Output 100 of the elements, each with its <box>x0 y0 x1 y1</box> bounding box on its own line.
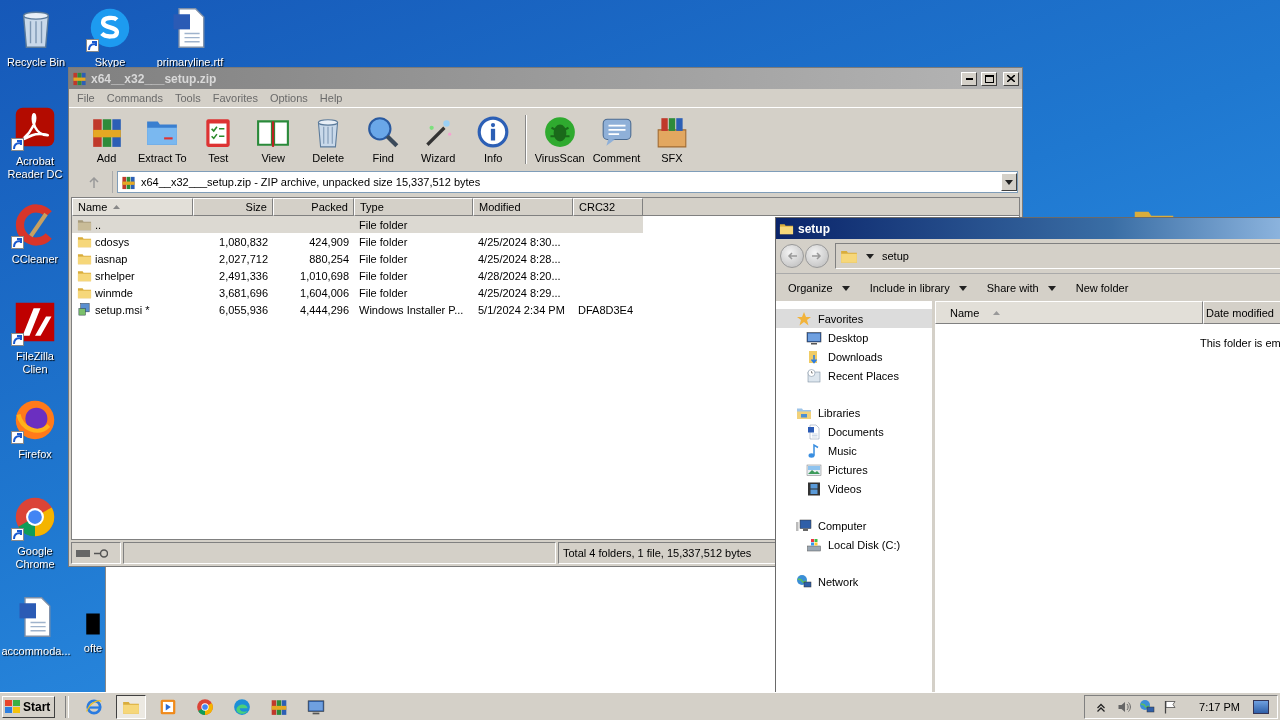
nav-item[interactable]: Videos <box>776 479 932 498</box>
nav-item[interactable]: Documents <box>776 422 932 441</box>
document-icon <box>806 423 822 440</box>
nav-item[interactable]: Favorites <box>776 309 932 328</box>
toolbar-button[interactable]: Info <box>465 113 521 166</box>
file-row[interactable]: winmde 3,681,696 1,604,006 File folder 4/25/2024 8:29... <box>72 284 643 301</box>
toolbar-button[interactable]: SFX <box>644 113 700 166</box>
toolbar-button[interactable]: VirusScan <box>530 113 589 166</box>
command-button[interactable]: Include in library <box>861 280 975 296</box>
minimize-button[interactable] <box>961 71 977 86</box>
maximize-button[interactable] <box>981 71 997 86</box>
desktop-icon-label[interactable]: CCleaner <box>11 253 59 266</box>
nav-item[interactable]: Downloads <box>776 347 932 366</box>
toolbar-button[interactable]: Test <box>190 113 246 166</box>
file-row[interactable]: .. File folder <box>72 216 643 233</box>
menu-item[interactable]: Options <box>263 92 314 104</box>
file-row[interactable]: setup.msi * 6,055,936 4,444,296 Windows Installer P... 5/1/2024 2:34 PM DFA8D3E4 <box>72 301 643 318</box>
menu-item[interactable]: File <box>71 92 101 104</box>
play-icon <box>159 697 178 716</box>
menu-item[interactable]: Commands <box>100 92 169 104</box>
command-button[interactable]: Share with <box>978 280 1064 296</box>
desktop-icon-label[interactable]: Firefox <box>18 448 52 461</box>
pdf-reader-icon <box>13 105 57 149</box>
file-row[interactable]: iasnap 2,027,712 880,254 File folder 4/25/2024 8:28... <box>72 250 643 267</box>
network-icon <box>1139 698 1156 715</box>
menu-item[interactable]: Tools <box>169 92 207 104</box>
info-icon <box>476 115 511 149</box>
browser-icon <box>13 495 57 539</box>
minimize-icon <box>965 77 973 80</box>
file-row[interactable]: srhelper 2,491,336 1,010,698 File folder 4/28/2024 8:20... <box>72 267 643 284</box>
browser-icon <box>13 398 57 442</box>
show-desktop-button[interactable] <box>1253 699 1269 714</box>
nav-item[interactable]: Recent Places <box>776 366 932 385</box>
table-cell-text: Windows Installer P... <box>358 303 465 316</box>
tray-button[interactable] <box>1162 698 1179 715</box>
close-icon <box>1007 75 1015 82</box>
flag-icon <box>1162 698 1179 715</box>
address-text: x64__x32___setup.zip - ZIP archive, unpacked size 15,337,512 bytes <box>141 176 482 188</box>
address-field[interactable]: setup <box>835 243 1280 269</box>
toolbar-button[interactable]: Wizard <box>410 113 466 166</box>
magnifier-icon <box>366 115 401 149</box>
nav-item[interactable]: Libraries <box>776 403 932 422</box>
nav-item[interactable]: Local Disk (C:) <box>776 535 932 554</box>
command-button[interactable]: New folder <box>1067 280 1137 296</box>
toolbar-button[interactable]: View <box>245 113 301 166</box>
tray-button[interactable] <box>1139 698 1156 715</box>
column-header[interactable]: Name <box>935 301 1203 324</box>
sort-arrow-icon <box>993 310 1001 315</box>
nav-label: Favorites <box>818 312 864 325</box>
column-header[interactable]: Size <box>193 198 273 216</box>
command-button[interactable]: Organize <box>780 280 858 296</box>
dropdown-button[interactable] <box>1001 173 1017 191</box>
start-button[interactable]: Start <box>2 695 56 718</box>
desktop-icon-label[interactable]: accommoda... <box>1 645 71 658</box>
hard-disk-icon <box>806 536 822 553</box>
column-header[interactable]: Type <box>354 198 473 216</box>
column-header[interactable]: Name <box>72 198 193 216</box>
column-header[interactable]: Packed <box>273 198 354 216</box>
close-button[interactable] <box>1003 71 1019 86</box>
desktop-icon-label[interactable]: Skype <box>94 56 126 69</box>
nav-item[interactable]: Desktop <box>776 328 932 347</box>
desktop-icon-label[interactable]: Google Chrome <box>2 545 68 571</box>
menu-item[interactable]: Help <box>313 92 349 104</box>
toolbar-button[interactable]: Delete <box>300 113 356 166</box>
menu-item[interactable]: Favorites <box>206 92 264 104</box>
computer-icon <box>796 517 812 534</box>
column-header[interactable]: Date modified <box>1203 301 1280 324</box>
browser-icon <box>196 697 215 716</box>
desktop-icon-label[interactable]: Acrobat Reader DC <box>2 155 68 181</box>
recent-places-icon <box>806 367 822 384</box>
empty-folder-message: This folder is em <box>1200 337 1280 349</box>
desktop-icon-label[interactable]: Recycle Bin <box>6 56 66 69</box>
nav-item[interactable]: Computer <box>776 516 932 535</box>
table-cell-text: 1,604,006 <box>299 286 350 299</box>
browser-icon <box>233 697 252 716</box>
toolbar-button[interactable]: Extract To <box>134 113 191 166</box>
clock: 7:17 PM <box>1199 700 1240 713</box>
desktop-icon-label[interactable]: ofte <box>83 642 103 655</box>
address-field[interactable]: x64__x32___setup.zip - ZIP archive, unpacked size 15,337,512 bytes <box>117 171 1018 193</box>
file-row[interactable]: cdosys 1,080,832 424,909 File folder 4/25/2024 8:30... <box>72 233 643 250</box>
nav-item[interactable]: Pictures <box>776 460 932 479</box>
column-header[interactable]: Modified <box>473 198 573 216</box>
nav-item[interactable]: Music <box>776 441 932 460</box>
archive-books-icon <box>72 71 87 86</box>
caret-icon <box>866 253 874 259</box>
caret-icon <box>958 285 967 291</box>
table-cell-text: 880,254 <box>308 252 350 265</box>
monitor-icon <box>307 697 326 716</box>
desktop-icon-label[interactable]: primaryline.rtf <box>156 56 224 69</box>
table-cell-text: 2,491,336 <box>218 269 269 282</box>
taskbar-app-button[interactable] <box>116 694 147 719</box>
column-header[interactable]: CRC32 <box>573 198 643 216</box>
table-cell-text: 4/25/2024 8:30... <box>477 235 562 248</box>
toolbar-button[interactable]: Comment <box>588 113 645 166</box>
bug-icon <box>542 115 577 149</box>
toolbar-button[interactable]: Add <box>79 113 134 166</box>
desktop-icon-label[interactable]: FileZilla Clien <box>2 350 68 376</box>
toolbar-button[interactable]: Find <box>355 113 411 166</box>
nav-item[interactable]: Network <box>776 572 932 591</box>
folder-icon <box>77 234 92 249</box>
